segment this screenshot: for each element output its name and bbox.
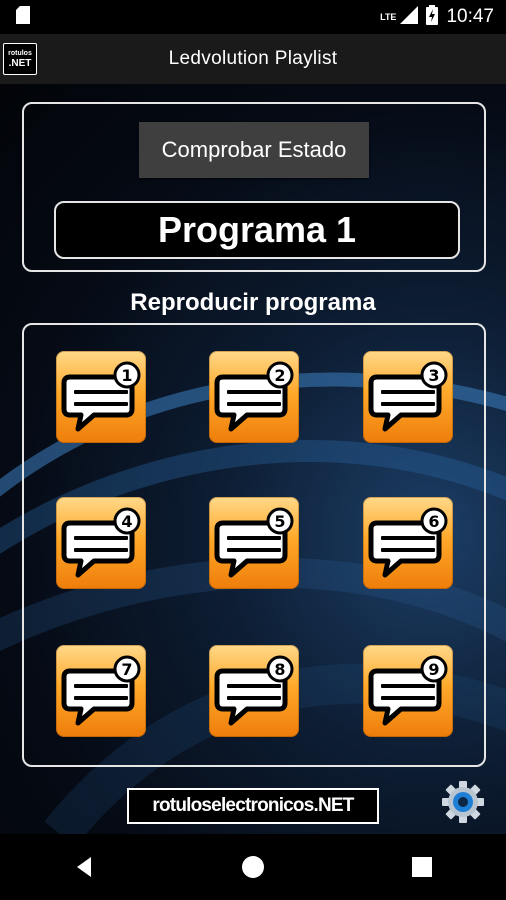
program-button-4[interactable]: 4 xyxy=(56,497,146,589)
speech-bubble-icon: 2 xyxy=(214,361,294,432)
speech-bubble-icon: 3 xyxy=(368,361,448,432)
status-bar: LTE 10:47 xyxy=(0,0,506,34)
status-panel: Comprobar Estado Programa 1 xyxy=(22,102,486,272)
program-button-3[interactable]: 3 xyxy=(363,351,453,443)
current-program-display: Programa 1 xyxy=(54,201,460,259)
speech-bubble-icon: 5 xyxy=(214,507,294,578)
navigation-bar xyxy=(0,834,506,900)
program-button-9[interactable]: 9 xyxy=(363,645,453,737)
recents-button[interactable] xyxy=(392,837,452,897)
network-type: LTE xyxy=(380,12,397,22)
back-icon xyxy=(77,857,92,877)
program-number: 3 xyxy=(428,366,439,385)
program-number: 4 xyxy=(121,512,132,531)
speech-bubble-icon: 4 xyxy=(61,507,141,578)
program-number: 6 xyxy=(428,512,439,531)
speech-bubble-icon: 9 xyxy=(368,655,448,726)
recents-icon xyxy=(411,857,432,877)
battery-charging-icon xyxy=(426,4,439,30)
program-number: 1 xyxy=(121,366,132,385)
footer-logo: rotuloselectronicos.NET xyxy=(127,788,379,824)
program-number: 9 xyxy=(428,660,439,679)
check-status-button[interactable]: Comprobar Estado xyxy=(139,122,369,178)
speech-bubble-icon: 8 xyxy=(214,655,294,726)
program-number: 2 xyxy=(274,366,285,385)
speech-bubble-icon: 1 xyxy=(61,361,141,432)
clock: 10:47 xyxy=(446,6,494,27)
program-button-1[interactable]: 1 xyxy=(56,351,146,443)
sd-card-icon xyxy=(16,5,30,29)
app-title: Ledvolution Playlist xyxy=(168,48,338,69)
program-number: 5 xyxy=(274,512,285,531)
program-button-8[interactable]: 8 xyxy=(209,645,299,737)
back-button[interactable] xyxy=(54,837,114,897)
program-button-7[interactable]: 7 xyxy=(56,645,146,737)
speech-bubble-icon: 7 xyxy=(61,655,141,726)
section-title: Reproducir programa xyxy=(130,289,376,316)
signal-icon xyxy=(400,5,419,29)
program-grid: 1 2 3 4 5 6 7 8 9 xyxy=(22,323,486,767)
program-button-2[interactable]: 2 xyxy=(209,351,299,443)
program-number: 7 xyxy=(121,660,132,679)
settings-button[interactable] xyxy=(441,780,485,824)
speech-bubble-icon: 6 xyxy=(368,507,448,578)
program-number: 8 xyxy=(274,660,285,679)
program-button-5[interactable]: 5 xyxy=(209,497,299,589)
main-content: Comprobar Estado Programa 1 Reproducir p… xyxy=(0,84,506,834)
home-icon xyxy=(241,856,264,878)
gear-icon xyxy=(442,781,484,823)
home-button[interactable] xyxy=(223,837,283,897)
program-button-6[interactable]: 6 xyxy=(363,497,453,589)
app-bar: rotulos .NET Ledvolution Playlist xyxy=(0,34,506,84)
